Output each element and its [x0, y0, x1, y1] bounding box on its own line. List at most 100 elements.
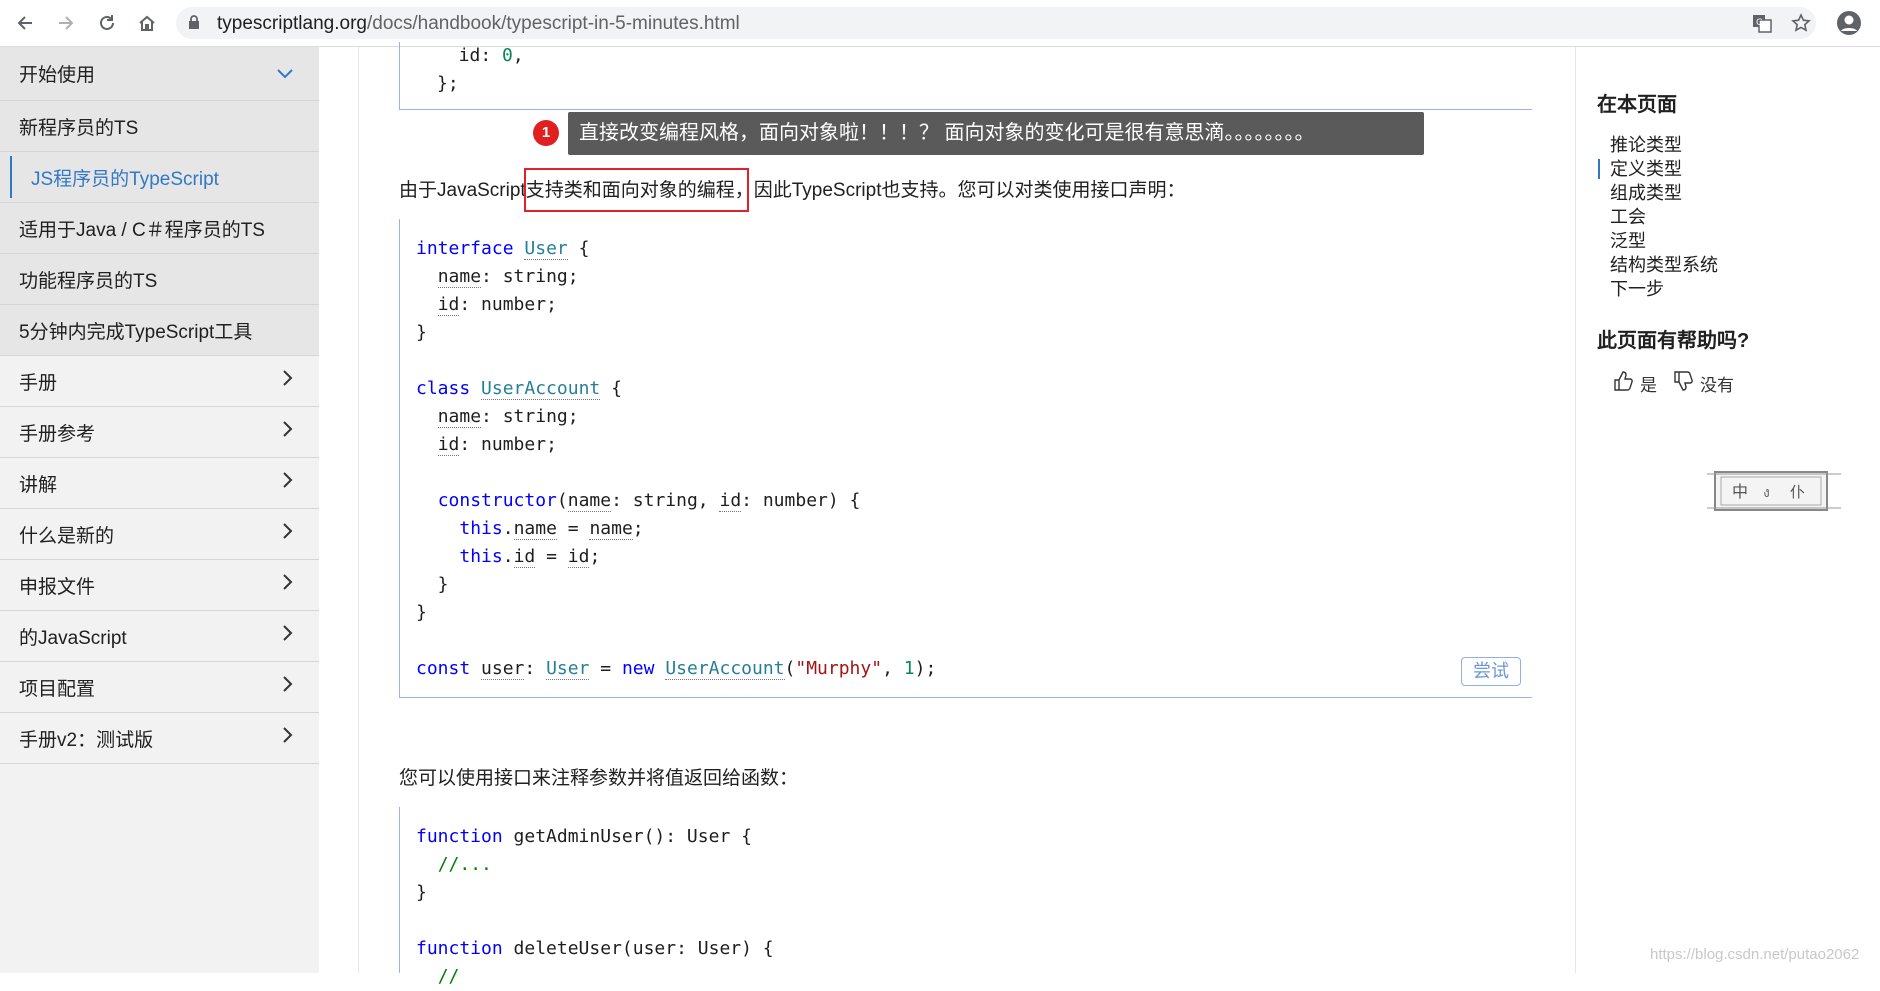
- sidebar-item-label: 适用于Java / C＃程序员的TS: [19, 219, 265, 241]
- sidebar-item-java-csharp[interactable]: 适用于Java / C＃程序员的TS: [0, 203, 319, 254]
- code-line: }: [416, 574, 449, 595]
- lock-icon[interactable]: [188, 15, 200, 35]
- svg-text:中: 中: [1732, 482, 1748, 501]
- svg-text:G: G: [1756, 18, 1763, 28]
- forward-icon[interactable]: [51, 8, 81, 38]
- toc-item-inferred-types[interactable]: 推论类型: [1598, 133, 1718, 157]
- sidebar-item-tooling[interactable]: 5分钟内完成TypeScript工具: [0, 305, 319, 356]
- sidebar-section-reference[interactable]: 手册参考: [0, 407, 319, 458]
- chevron-right-icon: [283, 727, 293, 749]
- bookmark-star-icon[interactable]: [1789, 11, 1813, 35]
- try-button[interactable]: 尝试: [1461, 657, 1521, 686]
- sidebar-item-functional[interactable]: 功能程序员的TS: [0, 254, 319, 305]
- code-line: interface User {: [416, 238, 590, 260]
- chevron-right-icon: [283, 523, 293, 545]
- sidebar-section-label: 申报文件: [19, 576, 96, 598]
- toc-item-structural-type-system[interactable]: 结构类型系统: [1598, 253, 1718, 277]
- feedback-yes-label: 是: [1640, 376, 1657, 395]
- code-line: }: [416, 322, 427, 343]
- thumbs-up-icon: [1612, 370, 1634, 397]
- code-line: //...: [437, 854, 492, 875]
- annotation-tooltip: 直接改变编程风格，面向对象啦！！！？ 面向对象的变化可是很有意思滴。。。。。。。…: [568, 112, 1424, 155]
- sidebar-section-tutorials[interactable]: 讲解: [0, 458, 319, 509]
- code-block-class: interface User { name: string; id: numbe…: [399, 219, 1532, 698]
- code-line: function deleteUser(user: User) {: [416, 938, 774, 959]
- feedback-no-button[interactable]: 没有: [1672, 370, 1734, 397]
- helpful-title: 此页面有帮助吗?: [1597, 330, 1750, 352]
- sidebar-section-getting-started[interactable]: 开始使用: [0, 47, 319, 101]
- address-bar[interactable]: typescriptlang.org/docs/handbook/typescr…: [176, 7, 1816, 39]
- url-text: typescriptlang.org/docs/handbook/typescr…: [217, 13, 740, 35]
- sidebar-item-label: JS程序员的TypeScript: [31, 168, 219, 190]
- chevron-down-icon: [277, 63, 293, 85]
- toc-item-generics[interactable]: 泛型: [1598, 229, 1718, 253]
- sidebar-section-handbook-v2[interactable]: 手册v2：测试版: [0, 713, 319, 764]
- browser-toolbar: typescriptlang.org/docs/handbook/typescr…: [0, 0, 1880, 47]
- sidebar-section-whats-new[interactable]: 什么是新的: [0, 509, 319, 560]
- watermark-text: https://blog.csdn.net/putao2062: [1650, 946, 1860, 963]
- para-text: 由于JavaScript: [399, 180, 526, 201]
- code-line: id: number;: [437, 294, 557, 316]
- toc-title: 在本页面: [1597, 94, 1677, 116]
- paragraph-interfaces: 您可以使用接口来注释参数并将值返回给函数：: [399, 768, 799, 789]
- code-line: id: 0,: [437, 45, 524, 66]
- code-line: this.id = id;: [459, 546, 601, 568]
- para-text: ，因此TypeScript也支持。您可以对类使用接口声明：: [734, 180, 1186, 201]
- chevron-right-icon: [283, 574, 293, 596]
- feedback-yes-button[interactable]: 是: [1612, 370, 1657, 397]
- sidebar-section-label: 讲解: [19, 474, 58, 496]
- sidebar-section-javascript[interactable]: 的JavaScript: [0, 611, 319, 662]
- toc-item-composing-types[interactable]: 组成类型: [1598, 181, 1718, 205]
- feedback-no-label: 没有: [1700, 376, 1734, 395]
- sidebar-item-label: 新程序员的TS: [19, 117, 139, 139]
- reload-icon[interactable]: [92, 8, 122, 38]
- back-icon[interactable]: [10, 8, 40, 38]
- sidebar-item-js-programmers[interactable]: JS程序员的TypeScript: [0, 152, 319, 203]
- sidebar-item-label: 功能程序员的TS: [19, 270, 158, 292]
- profile-avatar-icon[interactable]: [1836, 10, 1862, 36]
- code-line: }: [416, 602, 427, 623]
- translate-icon[interactable]: G: [1750, 11, 1774, 35]
- docs-sidebar: 开始使用 新程序员的TS JS程序员的TypeScript 适用于Java / …: [0, 47, 319, 973]
- code-line: //: [437, 966, 460, 987]
- active-indicator: [10, 156, 12, 198]
- code-line: name: string;: [437, 406, 579, 428]
- url-domain: typescriptlang.org: [217, 13, 367, 34]
- toc-item-next-steps[interactable]: 下一步: [1598, 277, 1718, 301]
- code-line: id: number;: [437, 434, 557, 456]
- sidebar-section-label: 开始使用: [19, 65, 96, 86]
- svg-text:仆: 仆: [1790, 483, 1805, 501]
- url-path: /docs/handbook/typescript-in-5-minutes.h…: [366, 13, 740, 34]
- sidebar-group-getting-started: 开始使用 新程序员的TS JS程序员的TypeScript 适用于Java / …: [0, 47, 319, 356]
- code-line: }: [416, 882, 427, 903]
- code-line: constructor(name: string, id: number) {: [437, 490, 861, 512]
- sidebar-section-label: 项目配置: [19, 678, 96, 700]
- code-block-prev: id: 0,};: [399, 42, 1532, 110]
- sidebar-section-label: 什么是新的: [19, 525, 115, 547]
- seal-stamp-icon: 中 ง 仆: [1705, 466, 1845, 524]
- sidebar-section-label: 手册v2：测试版: [19, 729, 154, 751]
- code-line: this.name = name;: [459, 518, 644, 540]
- highlight-box: [524, 168, 749, 212]
- sidebar-section-declaration-files[interactable]: 申报文件: [0, 560, 319, 611]
- toc-item-unions[interactable]: 工会: [1598, 205, 1718, 229]
- sidebar-section-project-config[interactable]: 项目配置: [0, 662, 319, 713]
- code-line: function getAdminUser(): User {: [416, 826, 752, 847]
- sidebar-item-new-programmers[interactable]: 新程序员的TS: [0, 101, 319, 152]
- toc-item-defining-types[interactable]: 定义类型: [1598, 157, 1718, 181]
- home-icon[interactable]: [132, 8, 162, 38]
- code-line: const user: User = new UserAccount("Murp…: [416, 658, 937, 680]
- code-line: name: string;: [437, 266, 579, 288]
- sidebar-item-label: 5分钟内完成TypeScript工具: [19, 321, 253, 343]
- thumbs-down-icon: [1672, 370, 1694, 397]
- chevron-right-icon: [283, 472, 293, 494]
- sidebar-section-label: 手册参考: [19, 423, 96, 445]
- sidebar-section-handbook[interactable]: 手册: [0, 356, 319, 407]
- svg-text:ง: ง: [1763, 485, 1770, 501]
- code-line: };: [437, 73, 459, 94]
- chevron-right-icon: [283, 625, 293, 647]
